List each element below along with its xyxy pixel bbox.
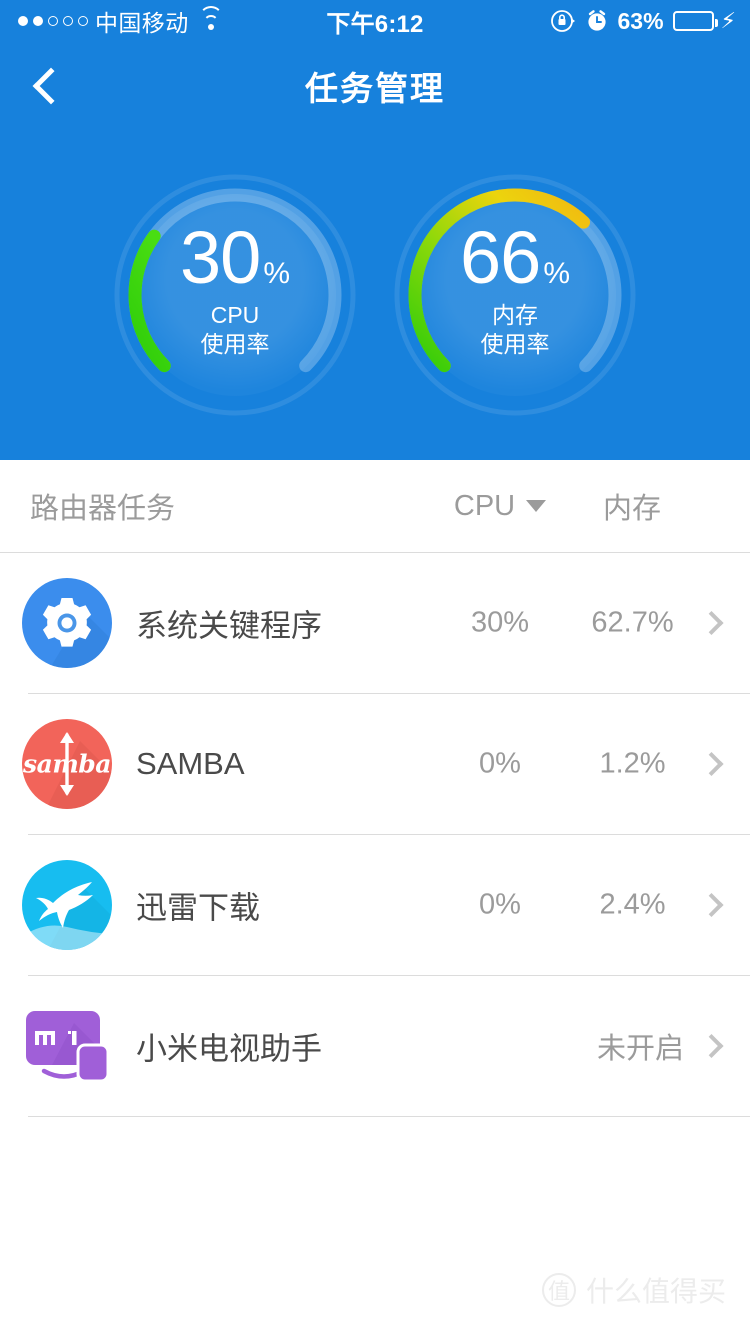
lightning-bolt-icon: ⚡	[720, 8, 736, 33]
memory-gauge-value: 66	[460, 216, 541, 300]
page-title: 任务管理	[305, 70, 445, 107]
row-divider	[28, 1116, 750, 1117]
nav-bar: 任务管理	[0, 42, 750, 130]
task-state-label: 未开启	[596, 1033, 684, 1065]
task-memory-value: 1.2%	[599, 747, 666, 780]
table-row[interactable]: 小米电视助手 未开启	[0, 976, 750, 1116]
task-list: 路由器任务 CPU 内存 系统关键程序 30% 62.7% samba SAMB…	[0, 460, 750, 1117]
column-header-memory: 内存	[602, 493, 661, 525]
column-header-cpu-label: CPU	[453, 489, 516, 522]
memory-gauge-label-line2: 使用率	[480, 331, 550, 358]
samba-icon: samba	[22, 719, 112, 809]
task-name: 小米电视助手	[136, 1031, 322, 1067]
table-row[interactable]: samba SAMBA 0% 1.2%	[0, 694, 750, 834]
watermark-text: 什么值得买	[585, 1276, 726, 1307]
task-list-header: 路由器任务 CPU 内存	[0, 460, 750, 552]
task-cpu-value: 30%	[470, 606, 530, 639]
cpu-gauge-label-line2: 使用率	[200, 331, 270, 358]
task-cpu-value: 0%	[479, 747, 521, 780]
status-bar-right: 63% ⚡	[550, 0, 736, 42]
task-memory-value: 2.4%	[599, 888, 666, 921]
memory-gauge-unit: %	[543, 257, 570, 291]
mi-tv-icon	[22, 1001, 112, 1091]
cpu-gauge-unit: %	[263, 257, 290, 291]
battery-icon	[672, 11, 718, 31]
samba-icon-label: samba	[23, 749, 111, 779]
memory-gauge-label-line1: 内存	[492, 302, 538, 329]
task-name: 迅雷下载	[136, 890, 260, 926]
table-row[interactable]: 系统关键程序 30% 62.7%	[0, 553, 750, 693]
cpu-usage-gauge: 30 % CPU 使用率	[110, 170, 360, 420]
watermark-badge-icon: 值	[541, 1273, 576, 1307]
task-memory-value: 62.7%	[591, 606, 674, 639]
column-header-name: 路由器任务	[30, 493, 176, 525]
chevron-right-icon	[699, 1033, 724, 1059]
cpu-gauge-value: 30	[180, 216, 261, 300]
status-bar: 中国移动 下午6:12 63% ⚡	[0, 0, 750, 42]
caret-down-icon	[526, 500, 547, 512]
task-name: 系统关键程序	[136, 608, 322, 644]
watermark: 值 什么值得买	[541, 1270, 726, 1310]
task-name: SAMBA	[136, 746, 245, 781]
cpu-gauge-label-line1: CPU	[210, 302, 260, 329]
alarm-clock-icon	[587, 10, 606, 31]
column-header-cpu[interactable]: CPU	[430, 490, 570, 523]
task-cpu-value: 0%	[479, 888, 521, 921]
table-row[interactable]: 迅雷下载 0% 2.4%	[0, 835, 750, 975]
gauge-group: 30 % CPU 使用率 66 % 内存 使用率	[0, 170, 750, 420]
gear-icon	[22, 578, 112, 668]
thunder-bird-icon	[22, 860, 112, 950]
memory-usage-gauge: 66 % 内存 使用率	[390, 170, 640, 420]
battery-percent-label: 63%	[617, 7, 664, 34]
rotation-lock-icon	[550, 10, 575, 32]
